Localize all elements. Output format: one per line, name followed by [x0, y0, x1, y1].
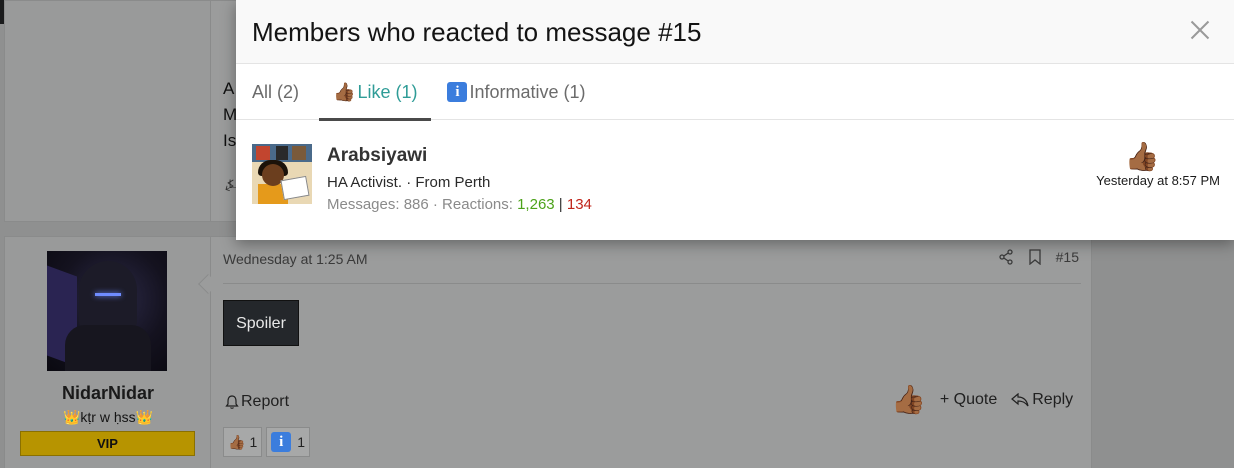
tab-all-label: All (2): [252, 81, 300, 102]
reactions-modal: Members who reacted to message #15 All (…: [236, 0, 1234, 240]
post-15: NidarNidar 👑kṭr w ḥss👑 VIP Wednesday at …: [4, 236, 1092, 468]
previous-post-text-line: Is: [223, 131, 237, 150]
member-reaction: 👍🏾 Yesterday at 8:57 PM: [1096, 140, 1220, 188]
reaction-informative-chip[interactable]: i 1: [266, 427, 311, 457]
report-link[interactable]: Report: [225, 393, 289, 411]
reply-label: Reply: [1032, 390, 1074, 408]
reaction-count: 1: [297, 434, 306, 450]
stats-separator: |: [554, 196, 567, 213]
close-icon[interactable]: [1188, 18, 1212, 42]
reaction-like-chip[interactable]: 👍🏾 1: [223, 427, 263, 457]
positive-reactions: 1,263: [517, 196, 555, 213]
negative-reactions: 134: [566, 196, 592, 213]
spoiler-button[interactable]: Spoiler: [223, 300, 299, 346]
tab-informative-label: Informative (1): [469, 81, 586, 102]
post-date[interactable]: Wednesday at 1:25 AM: [223, 251, 368, 267]
tab-informative[interactable]: i Informative (1): [447, 64, 586, 120]
member-stats: Messages: 886 · Reactions: 1,263 | 134: [327, 196, 592, 213]
post-actions-bottom: 👍🏾 + Quote Reply: [891, 383, 1073, 416]
vip-banner: VIP: [20, 431, 195, 456]
reply-icon: [1011, 392, 1029, 406]
like-emoji-icon: 👍🏾: [333, 81, 356, 102]
reaction-summary[interactable]: 👍🏾 1 i 1: [223, 427, 311, 457]
report-label: Report: [241, 393, 290, 410]
list-item: Arabsiyawi HA Activist. · From Perth Mes…: [236, 120, 1234, 240]
like-emoji-icon: 👍🏾: [228, 433, 246, 450]
tab-all[interactable]: All (2): [252, 64, 299, 120]
member-title: HA Activist. · From Perth: [327, 174, 491, 191]
post-username[interactable]: NidarNidar: [5, 383, 211, 404]
reaction-count: 1: [249, 434, 258, 450]
info-icon: i: [447, 82, 468, 102]
reaction-tabs: All (2) 👍🏾 Like (1) i Informative (1): [236, 64, 1234, 121]
previous-post-text-line: A: [223, 79, 235, 98]
modal-header: Members who reacted to message #15: [236, 0, 1234, 64]
avatar[interactable]: [252, 144, 312, 204]
modal-title: Members who reacted to message #15: [252, 17, 702, 47]
reply-button[interactable]: Reply: [1011, 391, 1073, 409]
user-title: 👑kṭr w ḥss👑: [62, 409, 154, 425]
post-user-column: NidarNidar 👑kṭr w ḥss👑 VIP: [5, 237, 211, 468]
tab-like[interactable]: 👍🏾 Like (1): [318, 64, 432, 121]
previous-post-user-column: [5, 1, 211, 221]
reaction-time[interactable]: Yesterday at 8:57 PM: [1096, 173, 1220, 188]
post-number[interactable]: #15: [1056, 249, 1079, 265]
member-username[interactable]: Arabsiyawi: [327, 145, 427, 167]
bookmark-icon[interactable]: [1028, 249, 1042, 265]
tab-like-label: Like (1): [357, 81, 418, 102]
bell-icon: [225, 395, 239, 409]
post-actions-top: #15: [998, 249, 1079, 265]
like-emoji-icon: 👍🏾: [1124, 141, 1160, 172]
stats-label: Messages: 886 · Reactions:: [327, 196, 518, 213]
info-icon: i: [271, 432, 292, 452]
share-icon[interactable]: [998, 249, 1014, 265]
divider: [223, 283, 1081, 284]
like-button-icon[interactable]: 👍🏾: [891, 383, 926, 416]
quote-button[interactable]: + Quote: [940, 391, 997, 409]
avatar[interactable]: [47, 251, 167, 371]
